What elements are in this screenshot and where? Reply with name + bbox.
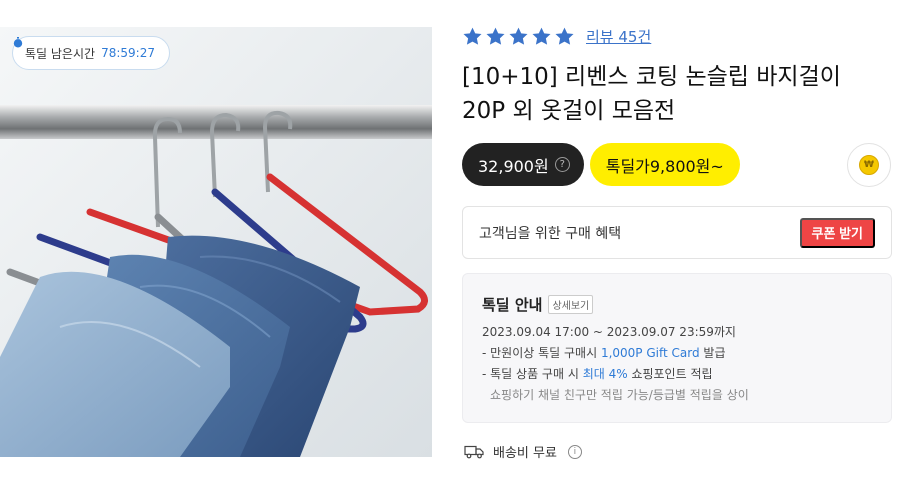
timer-value: 78:59:27: [101, 46, 155, 60]
regular-price: 32,900원: [478, 156, 549, 176]
shipping-row: 배송비 무료 i: [464, 442, 582, 461]
question-icon[interactable]: ?: [554, 157, 570, 172]
deal-period: 2023.09.04 17:00 ~ 2023.09.07 23:59까지: [482, 325, 736, 339]
deal-info-title: 톡딜 안내: [482, 296, 543, 314]
deal-benefit-giftcard: - 만원이상 톡딜 구매시 1,000P Gift Card 발급: [482, 343, 872, 364]
hanger-photo: [0, 27, 432, 457]
timer-label: 톡딜 남은시간: [25, 46, 96, 61]
deal-timer-badge: 톡딜 남은시간 78:59:27: [12, 36, 170, 70]
star-icon: [555, 27, 574, 45]
giftcard-highlight: 1,000P Gift Card: [600, 346, 700, 360]
truck-icon: [464, 445, 484, 458]
point-coin-button[interactable]: ₩: [847, 143, 891, 187]
purchase-benefit-box: 고객님을 위한 구매 혜택 쿠폰 받기: [462, 206, 892, 259]
detail-button[interactable]: 상세보기: [548, 295, 594, 314]
coin-icon: ₩: [859, 155, 879, 175]
deal-note: 쇼핑하기 채널 친구만 적립 가능/등급별 적립을 상이: [490, 388, 749, 402]
shipping-label: 배송비 무료: [493, 446, 557, 461]
deal-price-button[interactable]: 톡딜가9,800원~: [589, 143, 740, 186]
rating-row: 리뷰 45건: [462, 26, 651, 47]
review-count-link[interactable]: 리뷰 45건: [586, 26, 651, 47]
points-highlight: 최대 4%: [582, 367, 628, 381]
product-title: [10+10] 리벤스 코팅 논슬립 바지걸이 20P 외 옷걸이 모음전: [462, 60, 892, 128]
title-line-1: [10+10] 리벤스 코팅 논슬립 바지걸이: [462, 64, 841, 90]
points-prefix: - 톡딜 상품 구매 시: [482, 367, 583, 381]
price-row: 32,900원 ? 톡딜가9,800원~: [462, 143, 740, 186]
giftcard-prefix: - 만원이상 톡딜 구매시: [482, 346, 601, 360]
regular-price-button[interactable]: 32,900원 ?: [462, 143, 584, 186]
benefit-label: 고객님을 위한 구매 혜택: [479, 225, 622, 242]
star-icon: [509, 27, 528, 45]
product-image: 톡딜 남은시간 78:59:27: [0, 27, 432, 457]
giftcard-suffix: 발급: [699, 346, 726, 360]
points-suffix: 쇼핑포인트 적립: [627, 367, 713, 381]
title-line-2: 20P 외 옷걸이 모음전: [462, 98, 676, 124]
deal-benefit-points: - 톡딜 상품 구매 시 최대 4% 쇼핑포인트 적립: [482, 364, 872, 385]
star-icon: [532, 27, 551, 45]
star-icon: [486, 27, 505, 45]
get-coupon-button[interactable]: 쿠폰 받기: [799, 217, 875, 248]
stopwatch-icon: [13, 37, 23, 48]
deal-info-box: 톡딜 안내 상세보기 2023.09.04 17:00 ~ 2023.09.07…: [462, 273, 892, 423]
star-icon: [463, 27, 482, 45]
star-rating: [462, 26, 575, 47]
info-icon[interactable]: i: [567, 444, 582, 459]
